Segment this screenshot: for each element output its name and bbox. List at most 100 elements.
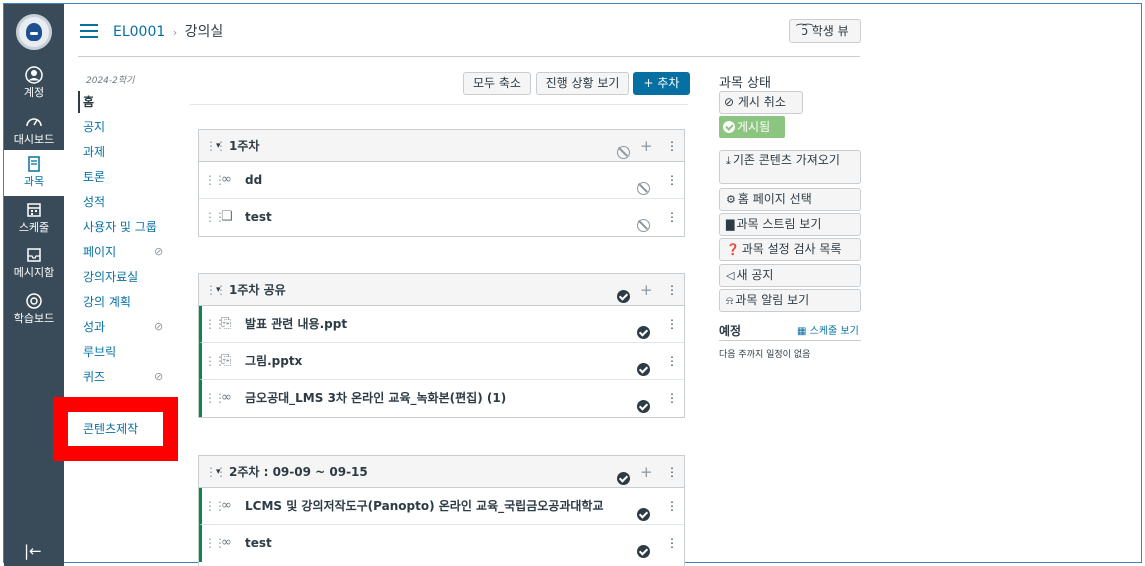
collapse-all-button[interactable]: 모두 축소 bbox=[463, 72, 531, 95]
import-content-button[interactable]: ⤓ 기존 콘텐츠 가져오기 bbox=[719, 150, 861, 184]
import-icon: ⤓ bbox=[726, 154, 731, 167]
toolbar-divider bbox=[190, 104, 688, 105]
course-setup-checklist-button[interactable]: ❓ 과목 설정 검사 목록 bbox=[719, 238, 861, 261]
course-nav-syllabus[interactable]: 강의 계획 bbox=[78, 291, 178, 316]
module-header[interactable]: ⋮⋮ ▾ 1주차 + ⋮ bbox=[199, 130, 684, 162]
global-nav-account[interactable]: 계정 bbox=[4, 61, 64, 107]
bar-chart-icon: ▇ bbox=[726, 218, 735, 231]
add-item-icon[interactable]: + bbox=[640, 456, 653, 488]
published-button[interactable]: 게시됨 bbox=[719, 116, 785, 138]
module-header[interactable]: ⋮⋮ ▾ 1주차 공유 + ⋮ bbox=[199, 274, 684, 306]
published-check-icon[interactable] bbox=[637, 536, 650, 566]
module-item[interactable]: ⋮⋮ ∞ 금오공대_LMS 3차 온라인 교육_녹화본(편집) (1) ⋮ bbox=[199, 380, 684, 417]
more-options-icon[interactable]: ⋮ bbox=[666, 306, 678, 342]
new-announcement-button[interactable]: ◁ 새 공지 bbox=[719, 264, 861, 287]
collapse-nav-icon[interactable]: |← bbox=[24, 542, 42, 560]
course-status-title: 과목 상태 bbox=[719, 76, 771, 91]
course-nav-content-creation[interactable]: 콘텐츠제작 bbox=[83, 420, 138, 437]
megaphone-icon: ◁ bbox=[726, 269, 735, 282]
add-module-button[interactable]: + 추차 bbox=[633, 72, 690, 95]
module-item-title[interactable]: test bbox=[245, 525, 272, 561]
discussion-icon: ❑ bbox=[221, 209, 233, 224]
module-item[interactable]: ⋮⋮ ❑ test ⋮ bbox=[199, 199, 684, 236]
global-nav-inbox[interactable]: 메시지함 bbox=[4, 241, 64, 287]
global-nav-label: 학습보드 bbox=[13, 312, 55, 325]
module-item-title[interactable]: test bbox=[245, 199, 272, 235]
global-nav-dashboard[interactable]: 대시보드 bbox=[4, 108, 64, 154]
more-options-icon[interactable]: ⋮ bbox=[666, 456, 678, 488]
module: ⋮⋮ ▾ 1주차 공유 + ⋮ ⋮⋮ ⎘ 발표 관련 내용.ppt ⋮ ⋮⋮ ⎘… bbox=[198, 273, 685, 418]
drag-handle-icon[interactable]: ⋮⋮ bbox=[205, 130, 227, 162]
module-item[interactable]: ⋮⋮ ⎘ 그림.pptx ⋮ bbox=[199, 343, 684, 380]
more-options-icon[interactable]: ⋮ bbox=[666, 130, 678, 162]
drag-handle-icon[interactable]: ⋮⋮ bbox=[205, 274, 227, 306]
module-item[interactable]: ⋮⋮ ∞ test ⋮ bbox=[199, 525, 684, 562]
course-nav-announcements[interactable]: 공지 bbox=[78, 116, 178, 141]
course-nav-discussions[interactable]: 토론 bbox=[78, 166, 178, 191]
term-label: 2024-2학기 bbox=[86, 76, 135, 86]
view-progress-button[interactable]: 진행 상황 보기 bbox=[536, 72, 629, 95]
help-icon bbox=[26, 293, 42, 309]
course-nav-files[interactable]: 강의자료실 bbox=[78, 266, 178, 291]
menu-toggle-icon[interactable] bbox=[80, 24, 98, 38]
published-check-icon bbox=[723, 121, 735, 133]
header-divider bbox=[78, 56, 860, 57]
more-options-icon[interactable]: ⋮ bbox=[666, 380, 678, 416]
module-title: 1주차 bbox=[229, 139, 260, 153]
global-nav-calendar[interactable]: 스케줄 bbox=[4, 196, 64, 242]
add-item-icon[interactable]: + bbox=[640, 130, 653, 162]
unpublished-icon[interactable] bbox=[637, 210, 650, 246]
course-nav-rubrics[interactable]: 루브릭 bbox=[78, 341, 178, 366]
more-options-icon[interactable]: ⋮ bbox=[666, 488, 678, 524]
coming-up-divider bbox=[719, 340, 861, 341]
bell-icon: ⍾ bbox=[726, 294, 734, 307]
add-item-icon[interactable]: + bbox=[640, 274, 653, 306]
university-logo[interactable] bbox=[16, 14, 52, 50]
more-options-icon[interactable]: ⋮ bbox=[666, 274, 678, 306]
caret-down-icon[interactable]: ▾ bbox=[216, 274, 221, 306]
course-nav-people[interactable]: 사용자 및 그룹 bbox=[78, 216, 178, 241]
course-nav-quizzes[interactable]: 퀴즈 ⊘ bbox=[78, 366, 178, 391]
module-item[interactable]: ⋮⋮ ⎘ 발표 관련 내용.ppt ⋮ bbox=[199, 306, 684, 343]
unpublished-icon: ⊘ bbox=[724, 95, 735, 109]
choose-home-page-label: 홈 페이지 선택 bbox=[737, 192, 812, 206]
breadcrumb-course[interactable]: EL0001 bbox=[113, 24, 165, 40]
module-item-title[interactable]: 그림.pptx bbox=[245, 343, 302, 379]
global-nav-help[interactable]: 학습보드 bbox=[4, 287, 64, 333]
module-item[interactable]: ⋮⋮ ∞ LCMS 및 강의저작도구(Panopto) 온라인 교육_국립금오공… bbox=[199, 488, 684, 525]
calendar-icon bbox=[27, 203, 41, 217]
module-item-title[interactable]: dd bbox=[245, 162, 262, 198]
module-item-title[interactable]: LCMS 및 강의저작도구(Panopto) 온라인 교육_국립금오공과대학교 bbox=[245, 488, 604, 524]
book-icon bbox=[28, 156, 40, 172]
module-item-title[interactable]: 금오공대_LMS 3차 온라인 교육_녹화본(편집) (1) bbox=[245, 380, 506, 416]
calendar-icon: ▦ bbox=[797, 326, 807, 337]
course-nav-pages[interactable]: 페이지 ⊘ bbox=[78, 241, 178, 266]
course-nav-grades[interactable]: 성적 bbox=[78, 191, 178, 216]
course-setup-checklist-label: 과목 설정 검사 목록 bbox=[741, 242, 842, 256]
more-options-icon[interactable]: ⋮ bbox=[666, 525, 678, 561]
course-nav-outcomes[interactable]: 성과 ⊘ bbox=[78, 316, 178, 341]
module-header[interactable]: ⋮⋮ ▾ 2주차 : 09-09 ~ 09-15 + ⋮ bbox=[199, 456, 684, 488]
more-options-icon[interactable]: ⋮ bbox=[666, 343, 678, 379]
unpublish-button[interactable]: ⊘ 게시 취소 bbox=[719, 91, 803, 114]
caret-down-icon[interactable]: ▾ bbox=[216, 130, 221, 162]
module-item[interactable]: ⋮⋮ ∞ dd ⋮ bbox=[199, 162, 684, 199]
global-nav-courses[interactable]: 과목 bbox=[4, 150, 64, 196]
published-check-icon[interactable] bbox=[637, 391, 650, 427]
more-options-icon[interactable]: ⋮ bbox=[666, 162, 678, 198]
view-course-notifications-button[interactable]: ⍾ 과목 알림 보기 bbox=[719, 289, 861, 312]
inbox-icon bbox=[27, 248, 41, 262]
global-nav-label: 메시지함 bbox=[13, 266, 55, 279]
module-item-title[interactable]: 발표 관련 내용.ppt bbox=[245, 306, 347, 342]
student-view-button[interactable]: ͡ɔ͡ 학생 뷰 bbox=[789, 19, 861, 43]
more-options-icon[interactable]: ⋮ bbox=[666, 199, 678, 235]
attachment-icon: ⎘ bbox=[221, 353, 232, 368]
course-nav-home[interactable]: 홈 bbox=[78, 91, 178, 113]
choose-home-page-button[interactable]: ⚙ 홈 페이지 선택 bbox=[719, 188, 861, 211]
view-calendar-link[interactable]: ▦ 스케줄 보기 bbox=[797, 322, 859, 337]
drag-handle-icon[interactable]: ⋮⋮ bbox=[205, 456, 227, 488]
published-label: 게시됨 bbox=[737, 120, 771, 134]
course-nav-assignments[interactable]: 과제 bbox=[78, 141, 178, 166]
view-course-stream-button[interactable]: ▇ 과목 스트림 보기 bbox=[719, 213, 861, 236]
caret-down-icon[interactable]: ▾ bbox=[216, 456, 221, 488]
